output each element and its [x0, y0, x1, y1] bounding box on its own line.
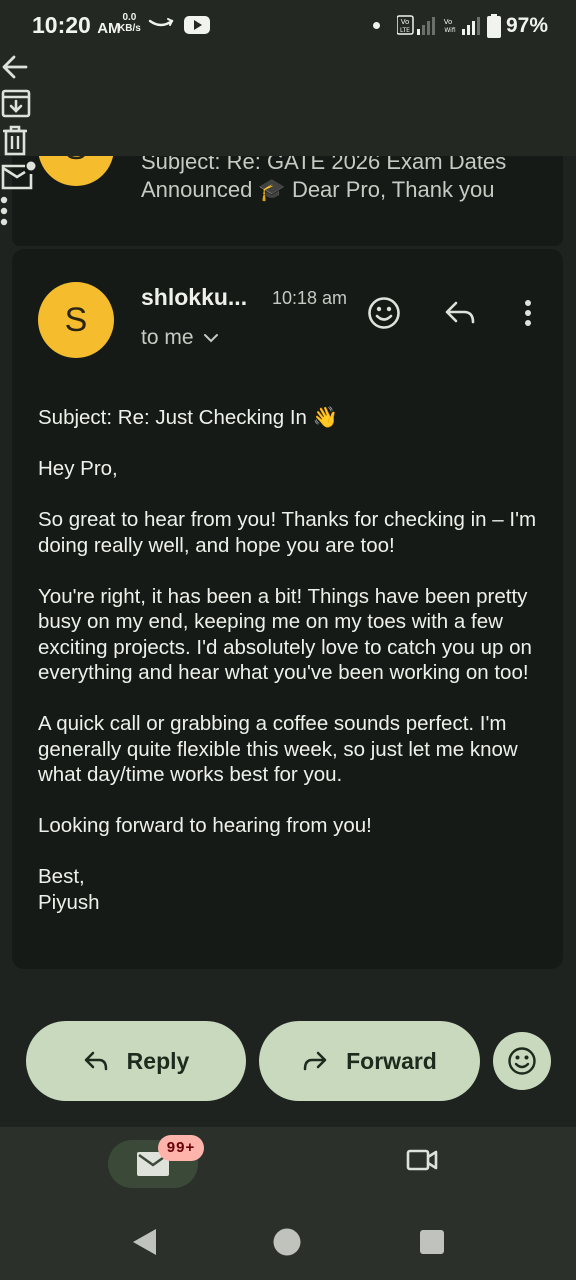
body-signature: Best, Piyush — [38, 865, 100, 914]
archive-icon — [1, 89, 31, 118]
svg-text:Vo: Vo — [444, 18, 453, 26]
reply-button[interactable]: Reply — [26, 1021, 246, 1101]
svg-text:LTE: LTE — [400, 27, 410, 34]
network-speed-value: 0.0 — [122, 12, 137, 23]
nav-recents-icon[interactable] — [419, 1229, 445, 1255]
react-emoji-button[interactable] — [493, 1032, 551, 1090]
tab-meet[interactable] — [400, 1145, 440, 1180]
unread-count-badge: 99+ — [158, 1135, 204, 1161]
svg-text:Vo: Vo — [401, 18, 410, 26]
message-body: Subject: Re: Just Checking In 👋 Hey Pro,… — [38, 405, 548, 915]
archive-button[interactable] — [0, 87, 576, 124]
recipient-toggle[interactable]: to me — [141, 326, 218, 350]
sender-name[interactable]: shlokku... — [141, 284, 247, 311]
trash-icon — [3, 125, 27, 156]
battery-icon — [487, 14, 501, 38]
chevron-down-icon — [203, 334, 218, 343]
reply-label: Reply — [126, 1047, 190, 1074]
emoji-icon — [508, 1047, 536, 1075]
more-vert-icon — [525, 300, 531, 326]
mark-unread-button[interactable] — [0, 161, 576, 196]
app-bar — [0, 52, 576, 226]
video-camera-icon — [406, 1149, 438, 1171]
status-bar: 10:20 AM 0.0 KB/s Vo LTE Vo Wifi 97% — [0, 0, 576, 52]
forward-icon — [303, 1051, 327, 1071]
body-paragraph: You're right, it has been a bit! Things … — [38, 584, 532, 685]
more-vert-icon — [0, 196, 8, 226]
notification-dot-icon — [373, 22, 380, 29]
status-time-value: 10:20 — [32, 12, 91, 38]
nav-home-icon[interactable] — [273, 1228, 301, 1256]
emoji-icon — [368, 297, 400, 329]
nav-back-icon[interactable] — [130, 1227, 158, 1257]
more-options-button[interactable] — [0, 196, 576, 231]
mail-unread-icon — [1, 161, 36, 190]
system-navigation-bar — [0, 1207, 576, 1280]
add-reaction-button[interactable] — [362, 291, 406, 335]
youtube-icon — [184, 16, 210, 34]
message-card: S shlokku... 10:18 am to me Subject: Re:… — [12, 249, 563, 969]
arrow-left-icon — [2, 55, 28, 79]
avatar[interactable]: S — [38, 282, 114, 358]
recipient-label: to me — [141, 326, 194, 349]
amazon-icon — [148, 18, 174, 27]
network-speed-unit: KB/s — [118, 23, 141, 34]
svg-text:Wifi: Wifi — [444, 27, 455, 34]
back-button[interactable] — [0, 52, 576, 87]
reply-icon — [84, 1051, 107, 1071]
status-time: 10:20 AM — [32, 12, 121, 39]
network-speed: 0.0 KB/s — [118, 12, 141, 34]
battery-percentage: 97% — [506, 14, 549, 37]
body-paragraph: So great to hear from you! Thanks for ch… — [38, 508, 537, 557]
wifi-calling-signal-icon: Vo Wifi — [444, 17, 480, 35]
reply-icon-button[interactable] — [438, 291, 482, 335]
delete-button[interactable] — [0, 124, 576, 161]
body-paragraph: Looking forward to hearing from you! — [38, 814, 372, 837]
bottom-tab-bar: 99+ — [0, 1127, 576, 1207]
reply-icon — [445, 301, 475, 324]
message-time: 10:18 am — [272, 288, 348, 308]
body-subject: Subject: Re: Just Checking In 👋 — [38, 406, 339, 429]
forward-button[interactable]: Forward — [259, 1021, 480, 1101]
body-paragraph: A quick call or grabbing a coffee sounds… — [38, 712, 518, 786]
volte-signal-icon: Vo LTE — [397, 15, 435, 35]
forward-label: Forward — [346, 1047, 437, 1074]
message-more-button[interactable] — [506, 291, 550, 335]
body-greeting: Hey Pro, — [38, 457, 118, 480]
